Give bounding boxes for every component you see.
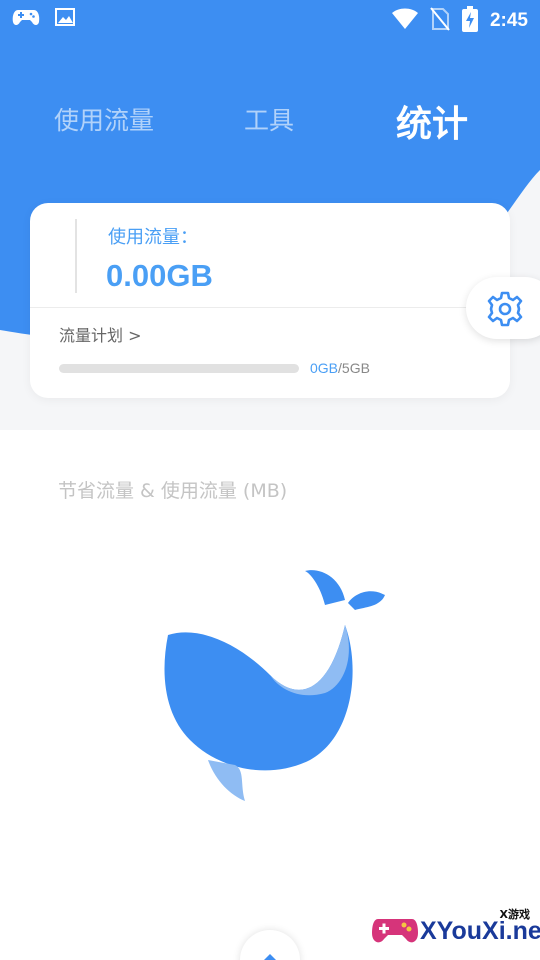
chart-title: 节省流量 & 使用流量 (MB) <box>58 480 288 502</box>
gamepad-icon <box>12 6 40 32</box>
card-divider <box>30 307 510 308</box>
quota-text: 0GB/5GB <box>310 360 370 376</box>
tab-stats[interactable]: 统计 <box>396 95 468 147</box>
quota-progress-bar <box>59 364 299 373</box>
usage-label: 使用流量： <box>108 227 198 248</box>
watermark-main-text: XYouXi.net <box>420 917 540 945</box>
quota-total: /5GB <box>338 360 370 376</box>
wifi-icon <box>391 8 418 34</box>
usage-card: 使用流量： 0.00GB 流量计划 > 0GB/5GB <box>30 203 510 398</box>
gear-icon <box>487 291 523 327</box>
image-icon <box>54 6 76 32</box>
tab-bar: 使用流量 工具 统计 <box>0 95 540 145</box>
whale-illustration <box>164 570 385 801</box>
tab-tools[interactable]: 工具 <box>244 101 294 137</box>
settings-button[interactable] <box>466 277 540 339</box>
watermark-logo-icon <box>372 919 418 943</box>
no-sim-icon <box>430 7 450 35</box>
tab-usage[interactable]: 使用流量 <box>54 101 154 137</box>
status-bar: 2:45 <box>0 0 540 38</box>
watermark: X游戏 XYouXi.net <box>368 903 540 960</box>
battery-charging-icon <box>461 6 478 36</box>
chevron-up-icon <box>261 954 279 960</box>
clock: 2:45 <box>489 10 528 31</box>
usage-value: 0.00GB <box>106 258 213 293</box>
data-plan-link[interactable]: 流量计划 > <box>59 322 142 346</box>
scroll-up-button[interactable] <box>240 930 300 960</box>
vertical-divider <box>75 219 77 293</box>
quota-used: 0GB <box>310 360 339 376</box>
